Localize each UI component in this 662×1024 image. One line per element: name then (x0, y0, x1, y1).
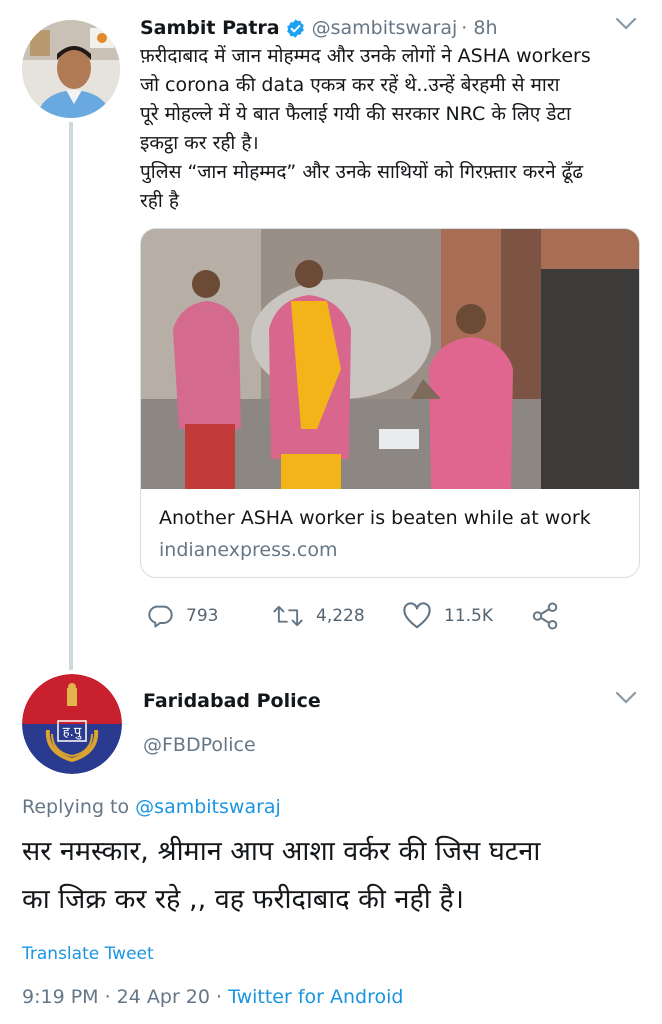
tweet-text-line: रही है (140, 190, 179, 212)
retweet-icon (273, 605, 303, 627)
tweet-action-bar: 793 4,228 11.5K (140, 596, 580, 636)
translate-tweet-link[interactable]: Translate Tweet (22, 944, 154, 964)
retweet-button[interactable]: 4,228 (272, 596, 365, 636)
like-count: 11.5K (444, 606, 493, 626)
link-preview-card[interactable]: Another ASHA worker is beaten while at w… (140, 228, 640, 578)
avatar-photo (22, 20, 120, 118)
tweet-text-line: पूरे मोहल्ले में ये बात फैलाई गयी की सरक… (140, 103, 571, 125)
avatar[interactable]: ह.पु (22, 674, 122, 774)
share-button[interactable] (530, 596, 560, 636)
tweet-time: · 8h (461, 17, 498, 39)
tweet-timestamp[interactable]: 9:19 PM · 24 Apr 20 · (22, 986, 228, 1008)
reply-text-line: सर नमस्कार, श्रीमान आप आशा वर्कर की जिस … (22, 836, 541, 867)
avatar[interactable] (22, 20, 120, 118)
link-preview-image (141, 229, 639, 489)
tweet-text-line: पुलिस “जान मोहम्मद” और उनके साथियों को ग… (140, 161, 584, 183)
tweet-source-link[interactable]: Twitter for Android (228, 986, 403, 1008)
replying-prefix: Replying to (22, 796, 130, 818)
thread-connector-line (69, 122, 73, 670)
replying-to: Replying to @sambitswaraj (22, 796, 281, 818)
tweet-text: फ़रीदाबाद में जान मोहम्मद और उनके लोगों … (140, 42, 650, 216)
verified-badge-icon (285, 18, 306, 39)
reply-count: 793 (186, 606, 219, 626)
retweet-count: 4,228 (316, 606, 365, 626)
reply-icon (148, 605, 173, 628)
tweet-text-line: जो corona की data एकत्र कर रहें थे..उन्ह… (140, 74, 560, 96)
reply-text-line: का जिक्र कर रहे ,, वह फरीदाबाद की नही है… (22, 884, 464, 915)
replying-to-handle-link[interactable]: @sambitswaraj (135, 796, 281, 818)
author-name[interactable]: Faridabad Police (143, 690, 321, 712)
tweet-text-line: फ़रीदाबाद में जान मोहम्मद और उनके लोगों … (140, 45, 591, 67)
police-emblem-icon: ह.पु (22, 674, 122, 774)
tweet-text-line: इकट्ठा कर रही है। (140, 132, 259, 154)
author-handle[interactable]: @sambitswaraj (312, 17, 458, 39)
reply-text: सर नमस्कार, श्रीमान आप आशा वर्कर की जिस … (22, 828, 652, 924)
emblem-text: ह.पु (63, 725, 82, 740)
tweet-header: Sambit Patra @sambitswaraj · 8h (140, 12, 498, 44)
link-card-title: Another ASHA worker is beaten while at w… (159, 507, 591, 529)
share-icon (532, 602, 558, 630)
author-name[interactable]: Sambit Patra (140, 17, 280, 39)
link-card-domain: indianexpress.com (159, 539, 338, 561)
like-button[interactable]: 11.5K (402, 596, 493, 636)
chevron-down-icon[interactable] (614, 690, 638, 710)
heart-icon (403, 602, 431, 629)
chevron-down-icon[interactable] (614, 16, 638, 36)
tweet-metadata: 9:19 PM · 24 Apr 20 · Twitter for Androi… (22, 986, 403, 1008)
reply-button[interactable]: 793 (146, 596, 218, 636)
author-handle[interactable]: @FBDPolice (143, 734, 256, 756)
